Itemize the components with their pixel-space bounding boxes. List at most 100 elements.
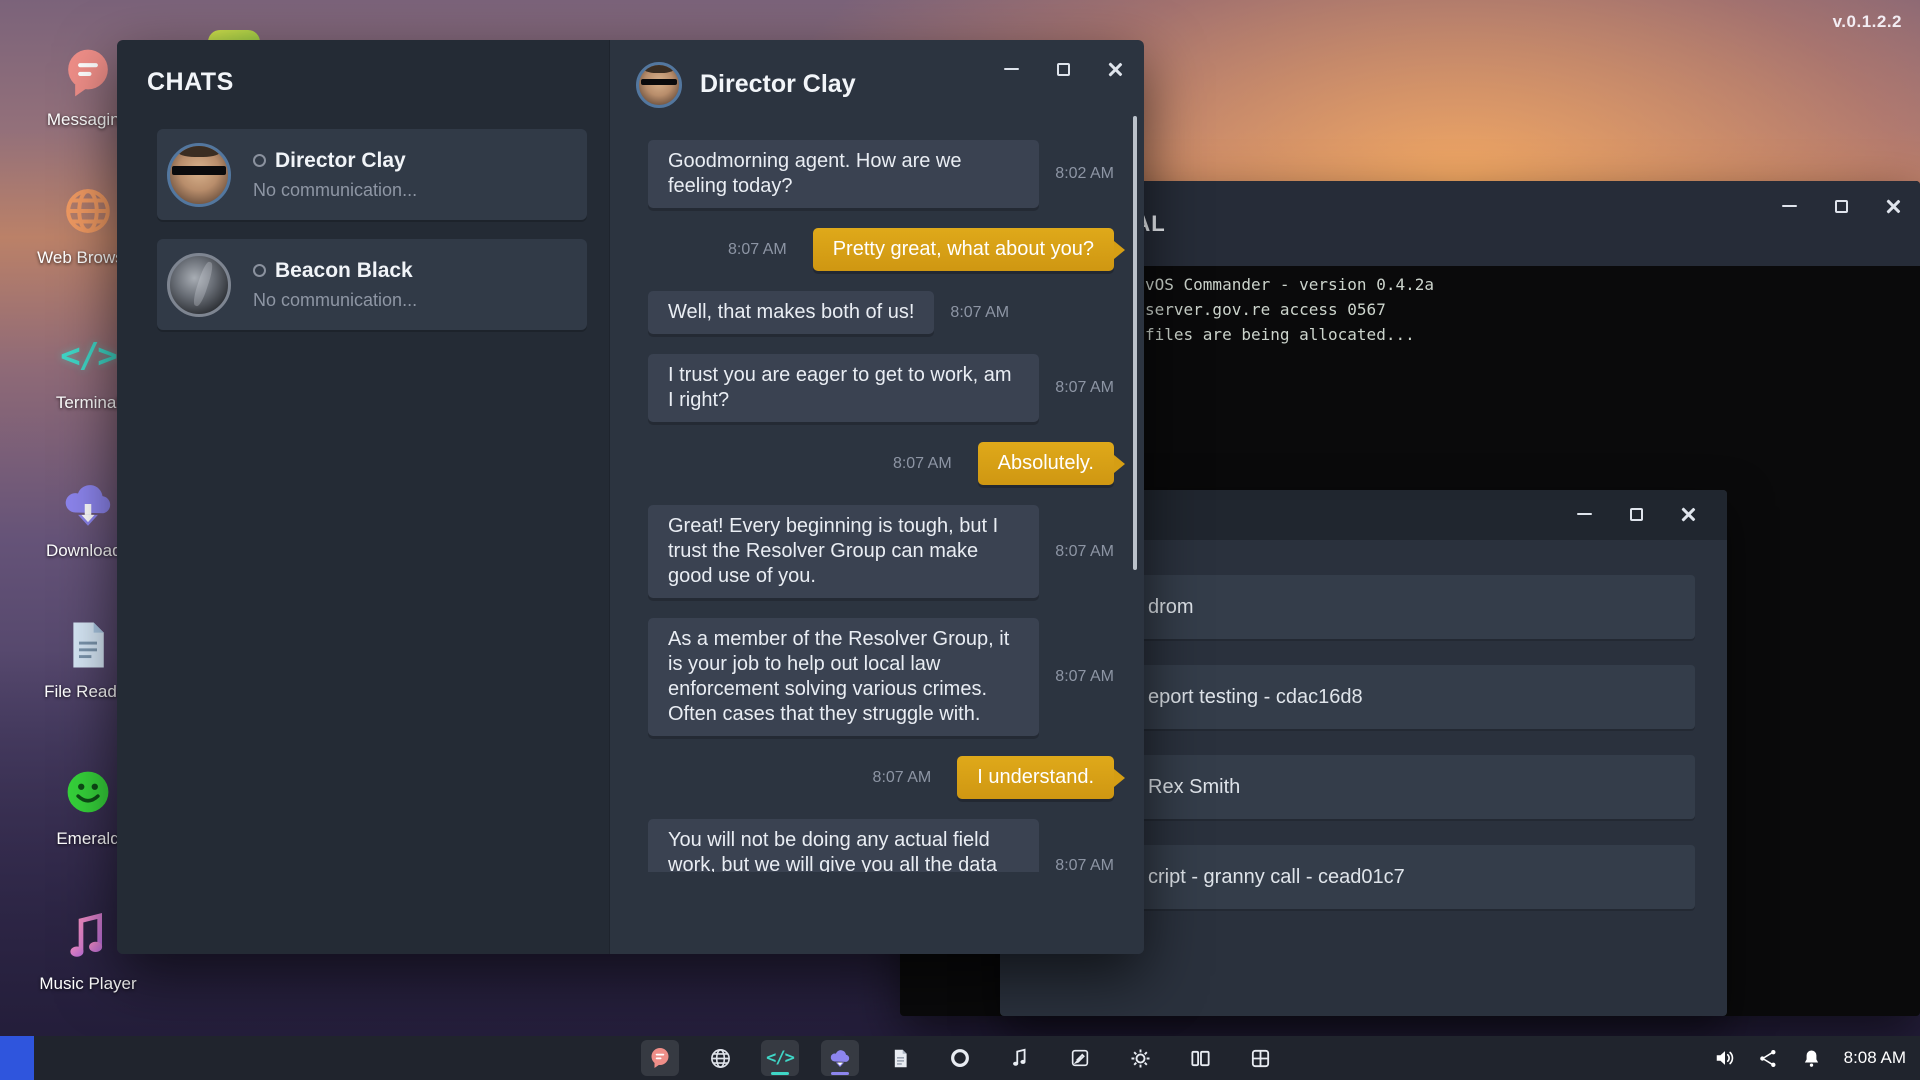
message-time: 8:07 AM [1055, 857, 1114, 873]
message-time: 8:07 AM [873, 769, 932, 787]
taskbar-icon-downloads[interactable] [821, 1040, 859, 1076]
minimize-button[interactable] [1571, 501, 1597, 527]
taskbar-icon-messaging[interactable] [641, 1040, 679, 1076]
message-row: 8:07 AM Pretty great, what about you? [648, 228, 1114, 271]
close-button[interactable] [1102, 56, 1128, 82]
record-ring-icon [949, 1047, 971, 1069]
message-time: 8:07 AM [893, 455, 952, 473]
taskbar-icon-browser[interactable] [701, 1040, 739, 1076]
maximize-button[interactable] [1828, 193, 1854, 219]
close-icon [1680, 506, 1697, 523]
terminal-code-icon: </> [766, 1048, 794, 1068]
maximize-button[interactable] [1623, 501, 1649, 527]
minimize-icon [1004, 68, 1019, 71]
volume-icon[interactable] [1714, 1047, 1736, 1069]
taskbar-icon-settings[interactable] [1121, 1040, 1159, 1076]
message-row: 8:07 AM I understand. [648, 756, 1114, 799]
taskbar-icon-window-switcher[interactable] [1181, 1040, 1219, 1076]
settings-gear-icon [1129, 1047, 1152, 1070]
maximize-icon [1057, 63, 1070, 76]
terminal-line: vOS Commander - version 0.4.2a [1145, 272, 1920, 297]
chat-list-item[interactable]: Director Clay No communication... [157, 129, 587, 220]
maximize-icon [1630, 508, 1643, 521]
message-time: 8:02 AM [1055, 165, 1114, 183]
taskbar-icon-terminal[interactable]: </> [761, 1040, 799, 1076]
browser-globe-icon [709, 1047, 732, 1070]
message-time: 8:07 AM [1055, 668, 1114, 686]
message-bubble: Goodmorning agent. How are we feeling to… [648, 140, 1039, 208]
taskbar-icon-notes[interactable] [1061, 1040, 1099, 1076]
message-bubble: Absolutely. [978, 442, 1114, 485]
downloads-cloud-icon [828, 1046, 852, 1070]
chat-name: Beacon Black [275, 259, 413, 283]
active-indicator [771, 1072, 789, 1075]
avatar [167, 143, 231, 207]
close-button[interactable] [1880, 193, 1906, 219]
notifications-bell-icon[interactable] [1801, 1048, 1822, 1069]
chat-bubble-icon [56, 41, 120, 105]
calculator-grid-icon [1249, 1047, 1272, 1070]
close-icon [1107, 61, 1124, 78]
conversation-panel: Director Clay Goodmorning agent. How are… [609, 40, 1144, 954]
taskbar: </> [0, 1036, 1920, 1080]
message-time: 8:07 AM [1055, 379, 1114, 397]
message-bubble: I understand. [957, 756, 1114, 799]
file-row-label: cript - granny call - cead01c7 [1148, 866, 1405, 889]
taskbar-icon-calculator[interactable] [1241, 1040, 1279, 1076]
chats-title: CHATS [147, 68, 234, 97]
taskbar-icon-record[interactable] [941, 1040, 979, 1076]
minimize-icon [1577, 513, 1592, 516]
message-row: Goodmorning agent. How are we feeling to… [648, 140, 1114, 208]
maximize-icon [1835, 200, 1848, 213]
emerald-face-icon [56, 760, 120, 824]
message-row: Well, that makes both of us! 8:07 AM [648, 291, 1114, 334]
chat-name: Director Clay [275, 149, 406, 173]
messenger-window: CHATS Director Clay No communication... … [117, 40, 1144, 954]
taskbar-icon-file-reader[interactable] [881, 1040, 919, 1076]
messaging-icon [648, 1046, 672, 1070]
desktop-icon-label: Music Player [28, 974, 148, 994]
system-tray: 8:08 AM [1714, 1036, 1906, 1080]
document-icon [56, 613, 120, 677]
conversation-title: Director Clay [700, 70, 856, 99]
minimize-icon [1782, 205, 1797, 208]
minimize-button[interactable] [1776, 193, 1802, 219]
message-time: 8:07 AM [950, 304, 1009, 322]
status-circle-icon [253, 264, 266, 277]
music-note-icon [56, 905, 120, 969]
document-icon [890, 1048, 911, 1069]
message-bubble: I trust you are eager to get to work, am… [648, 354, 1039, 422]
avatar [167, 253, 231, 317]
taskbar-icon-music[interactable] [1001, 1040, 1039, 1076]
message-time: 8:07 AM [728, 241, 787, 259]
minimize-button[interactable] [998, 56, 1024, 82]
message-row: You will not be doing any actual field w… [648, 819, 1114, 872]
message-row: Great! Every beginning is tough, but I t… [648, 505, 1114, 598]
share-icon[interactable] [1758, 1048, 1779, 1069]
message-row: I trust you are eager to get to work, am… [648, 354, 1114, 422]
chat-scrollbar[interactable] [1133, 116, 1137, 570]
chat-status: No communication... [253, 180, 417, 201]
message-bubble: Great! Every beginning is tough, but I t… [648, 505, 1039, 598]
music-note-icon [1009, 1047, 1031, 1069]
taskbar-clock: 8:08 AM [1844, 1048, 1906, 1068]
terminal-line: server.gov.re access 0567 [1145, 297, 1920, 322]
chats-panel: CHATS Director Clay No communication... … [117, 40, 609, 954]
message-bubble: As a member of the Resolver Group, it is… [648, 618, 1039, 736]
message-row: 8:07 AM Absolutely. [648, 442, 1114, 485]
chat-list-item[interactable]: Beacon Black No communication... [157, 239, 587, 330]
message-bubble: You will not be doing any actual field w… [648, 819, 1039, 872]
conversation-avatar [636, 62, 682, 108]
file-row-label: drom [1148, 596, 1194, 619]
start-button[interactable] [0, 1036, 34, 1080]
code-icon: </> [56, 324, 120, 388]
taskbar-icons: </> [641, 1036, 1279, 1080]
close-button[interactable] [1675, 501, 1701, 527]
message-bubble: Well, that makes both of us! [648, 291, 934, 334]
notes-icon [1069, 1047, 1091, 1069]
maximize-button[interactable] [1050, 56, 1076, 82]
message-time: 8:07 AM [1055, 543, 1114, 561]
file-row-label: eport testing - cdac16d8 [1148, 686, 1363, 709]
message-bubble: Pretty great, what about you? [813, 228, 1114, 271]
message-list: Goodmorning agent. How are we feeling to… [610, 140, 1144, 872]
